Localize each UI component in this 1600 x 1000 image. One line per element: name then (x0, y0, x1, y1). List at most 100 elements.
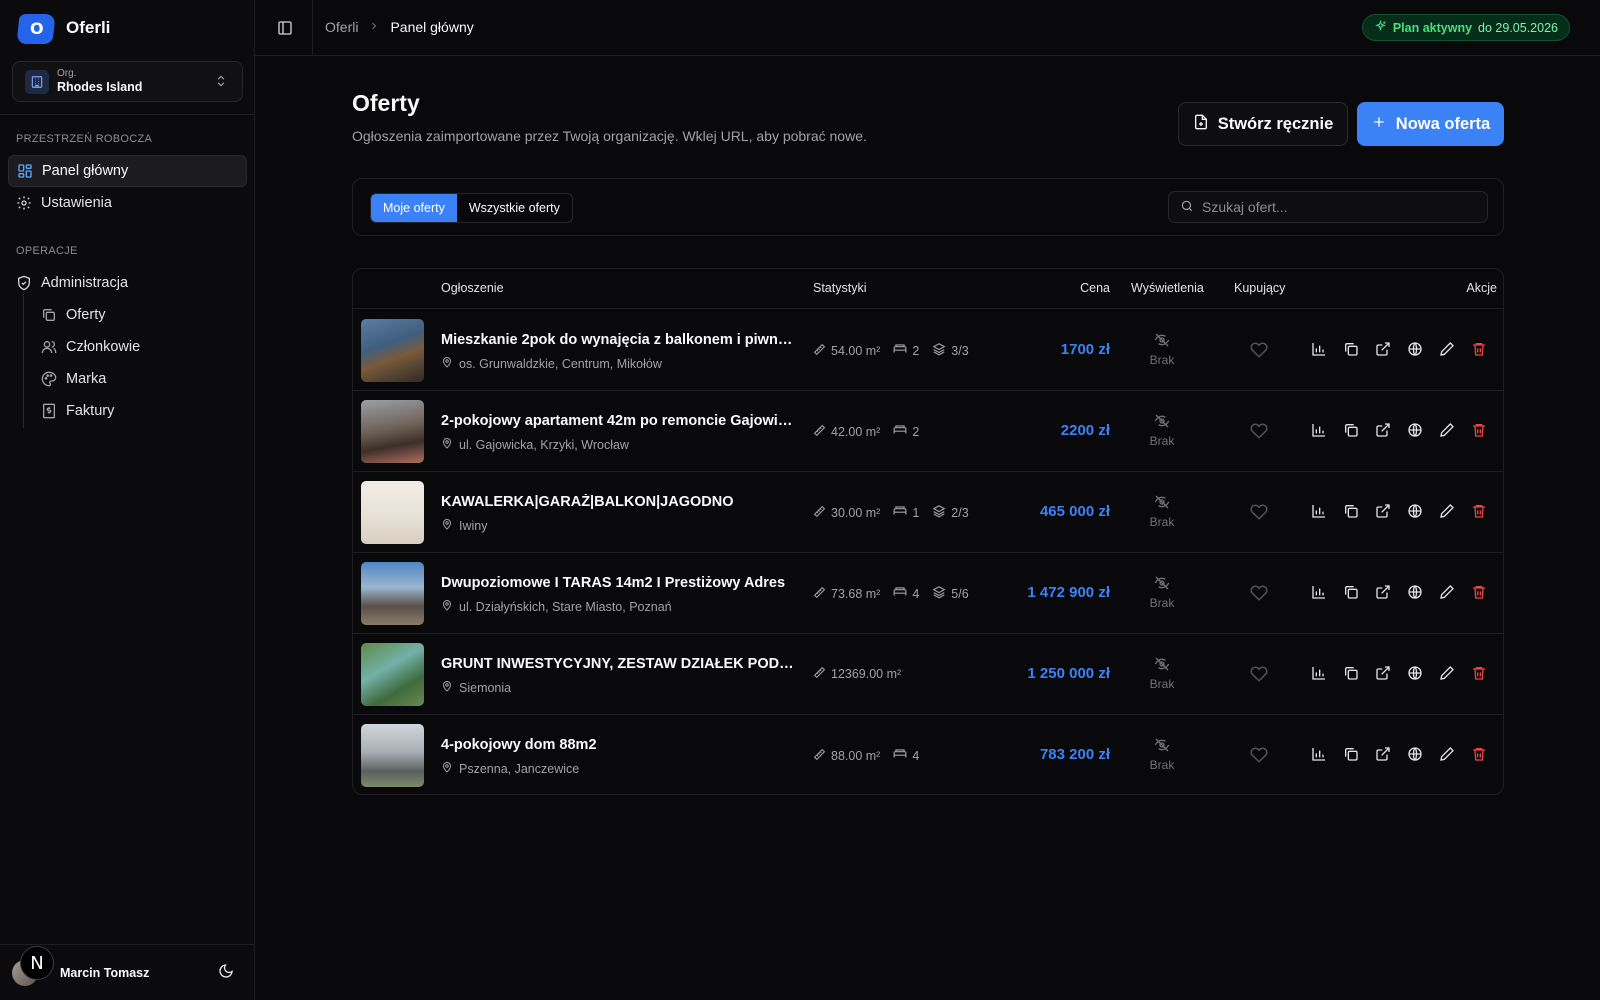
globe-icon[interactable] (1407, 746, 1423, 762)
heart-icon[interactable] (1250, 584, 1268, 605)
table-row[interactable]: Dwupoziomowe I TARAS 14m2 I Prestiżowy A… (353, 553, 1503, 634)
listing-title[interactable]: Dwupoziomowe I TARAS 14m2 I Prestiżowy A… (441, 575, 796, 591)
listing-thumbnail[interactable] (361, 724, 424, 787)
trash-icon[interactable] (1471, 503, 1487, 519)
copy-icon[interactable] (1343, 341, 1359, 357)
pencil-icon[interactable] (1439, 422, 1455, 438)
external-link-icon[interactable] (1375, 746, 1391, 762)
bar-chart-icon[interactable] (1311, 503, 1327, 519)
trash-icon[interactable] (1471, 584, 1487, 600)
ruler-icon (813, 424, 826, 440)
listing-title[interactable]: GRUNT INWESTYCYJNY, ZESTAW DZIAŁEK POD Z… (441, 656, 796, 672)
sidebar-item-members[interactable]: Członkowie (33, 332, 243, 362)
area-value: 30.00 m² (831, 505, 881, 520)
bar-chart-icon[interactable] (1311, 746, 1327, 762)
location-text: ul. Działyńskich, Stare Miasto, Poznań (459, 599, 672, 614)
heart-icon[interactable] (1250, 341, 1268, 362)
new-offer-button[interactable]: Nowa oferta (1357, 102, 1504, 146)
globe-icon[interactable] (1407, 584, 1423, 600)
chevrons-up-down-icon (214, 74, 228, 91)
listing-thumbnail[interactable] (361, 319, 424, 382)
sidebar-toggle-icon[interactable] (277, 20, 293, 39)
ruler-icon (813, 586, 826, 602)
bar-chart-icon[interactable] (1311, 341, 1327, 357)
sidebar-item-dashboard[interactable]: Panel główny (8, 155, 247, 187)
views-text: Brak (1149, 515, 1175, 529)
pencil-icon[interactable] (1439, 503, 1455, 519)
globe-icon[interactable] (1407, 341, 1423, 357)
pencil-icon[interactable] (1439, 341, 1455, 357)
building-icon (25, 69, 49, 94)
external-link-icon[interactable] (1375, 341, 1391, 357)
col-price: Cena (1080, 281, 1110, 295)
moon-icon[interactable] (218, 963, 234, 982)
table-row[interactable]: 4-pokojowy dom 88m2 Pszenna, Janczewice … (353, 715, 1503, 794)
org-switcher[interactable]: Org. Rhodes Island (12, 61, 243, 102)
sidebar-item-settings[interactable]: Ustawienia (8, 187, 247, 219)
sidebar-item-brand[interactable]: Marka (33, 364, 243, 394)
pencil-icon[interactable] (1439, 746, 1455, 762)
listing-title[interactable]: 2-pokojowy apartament 42m po remoncie Ga… (441, 413, 796, 429)
copy-icon[interactable] (1343, 584, 1359, 600)
copy-icon[interactable] (1343, 422, 1359, 438)
listing-location: Siemonia (441, 680, 511, 695)
trash-icon[interactable] (1471, 341, 1487, 357)
location-text: os. Grunwaldzkie, Centrum, Mikołów (459, 356, 662, 371)
listing-thumbnail[interactable] (361, 481, 424, 544)
bar-chart-icon[interactable] (1311, 422, 1327, 438)
file-plus-icon (1193, 114, 1209, 135)
tab-all-offers[interactable]: Wszystkie oferty (457, 194, 572, 222)
map-pin-icon (441, 680, 453, 695)
external-link-icon[interactable] (1375, 665, 1391, 681)
table-row[interactable]: 2-pokojowy apartament 42m po remoncie Ga… (353, 391, 1503, 472)
copy-icon[interactable] (1343, 665, 1359, 681)
heart-icon[interactable] (1250, 422, 1268, 443)
listing-stats: 42.00 m² 2 (813, 423, 919, 440)
listing-thumbnail[interactable] (361, 562, 424, 625)
copy-icon[interactable] (1343, 503, 1359, 519)
listing-title[interactable]: KAWALERKA|GARAŻ|BALKON|JAGODNO (441, 494, 796, 510)
views-text: Brak (1149, 353, 1175, 367)
create-manual-button[interactable]: Stwórz ręcznie (1178, 102, 1348, 146)
copy-icon[interactable] (1343, 746, 1359, 762)
tab-my-offers[interactable]: Moje oferty (371, 194, 457, 222)
listing-location: ul. Działyńskich, Stare Miasto, Poznań (441, 599, 672, 614)
next-dev-badge[interactable]: N (20, 946, 54, 980)
heart-icon[interactable] (1250, 665, 1268, 686)
globe-icon[interactable] (1407, 665, 1423, 681)
copy-icon (41, 307, 57, 323)
external-link-icon[interactable] (1375, 422, 1391, 438)
area-value: 73.68 m² (831, 586, 881, 601)
pencil-icon[interactable] (1439, 584, 1455, 600)
brand[interactable]: O Oferli (0, 0, 254, 56)
floor-value: 5/6 (951, 586, 969, 601)
listing-location: Iwiny (441, 518, 487, 533)
heart-icon[interactable] (1250, 746, 1268, 767)
sidebar-item-label: Członkowie (66, 339, 141, 355)
globe-icon[interactable] (1407, 422, 1423, 438)
listing-thumbnail[interactable] (361, 400, 424, 463)
sidebar-item-administration[interactable]: Administracja (8, 267, 247, 299)
sidebar-item-invoices[interactable]: Faktury (33, 396, 243, 426)
pencil-icon[interactable] (1439, 665, 1455, 681)
external-link-icon[interactable] (1375, 584, 1391, 600)
globe-icon[interactable] (1407, 503, 1423, 519)
trash-icon[interactable] (1471, 422, 1487, 438)
listing-title[interactable]: Mieszkanie 2pok do wynajęcia z balkonem … (441, 332, 796, 348)
search-input[interactable] (1202, 199, 1472, 215)
bed-icon (893, 423, 907, 440)
table-row[interactable]: Mieszkanie 2pok do wynajęcia z balkonem … (353, 310, 1503, 391)
heart-icon[interactable] (1250, 503, 1268, 524)
trash-icon[interactable] (1471, 665, 1487, 681)
bar-chart-icon[interactable] (1311, 584, 1327, 600)
bar-chart-icon[interactable] (1311, 665, 1327, 681)
layout-grid-icon (17, 163, 33, 179)
trash-icon[interactable] (1471, 746, 1487, 762)
listing-thumbnail[interactable] (361, 643, 424, 706)
external-link-icon[interactable] (1375, 503, 1391, 519)
table-row[interactable]: KAWALERKA|GARAŻ|BALKON|JAGODNO Iwiny 30.… (353, 472, 1503, 553)
sidebar-item-offers[interactable]: Oferty (33, 300, 243, 330)
table-row[interactable]: GRUNT INWESTYCYJNY, ZESTAW DZIAŁEK POD Z… (353, 634, 1503, 715)
listing-title[interactable]: 4-pokojowy dom 88m2 (441, 737, 796, 753)
breadcrumb-root[interactable]: Oferli (325, 19, 358, 35)
